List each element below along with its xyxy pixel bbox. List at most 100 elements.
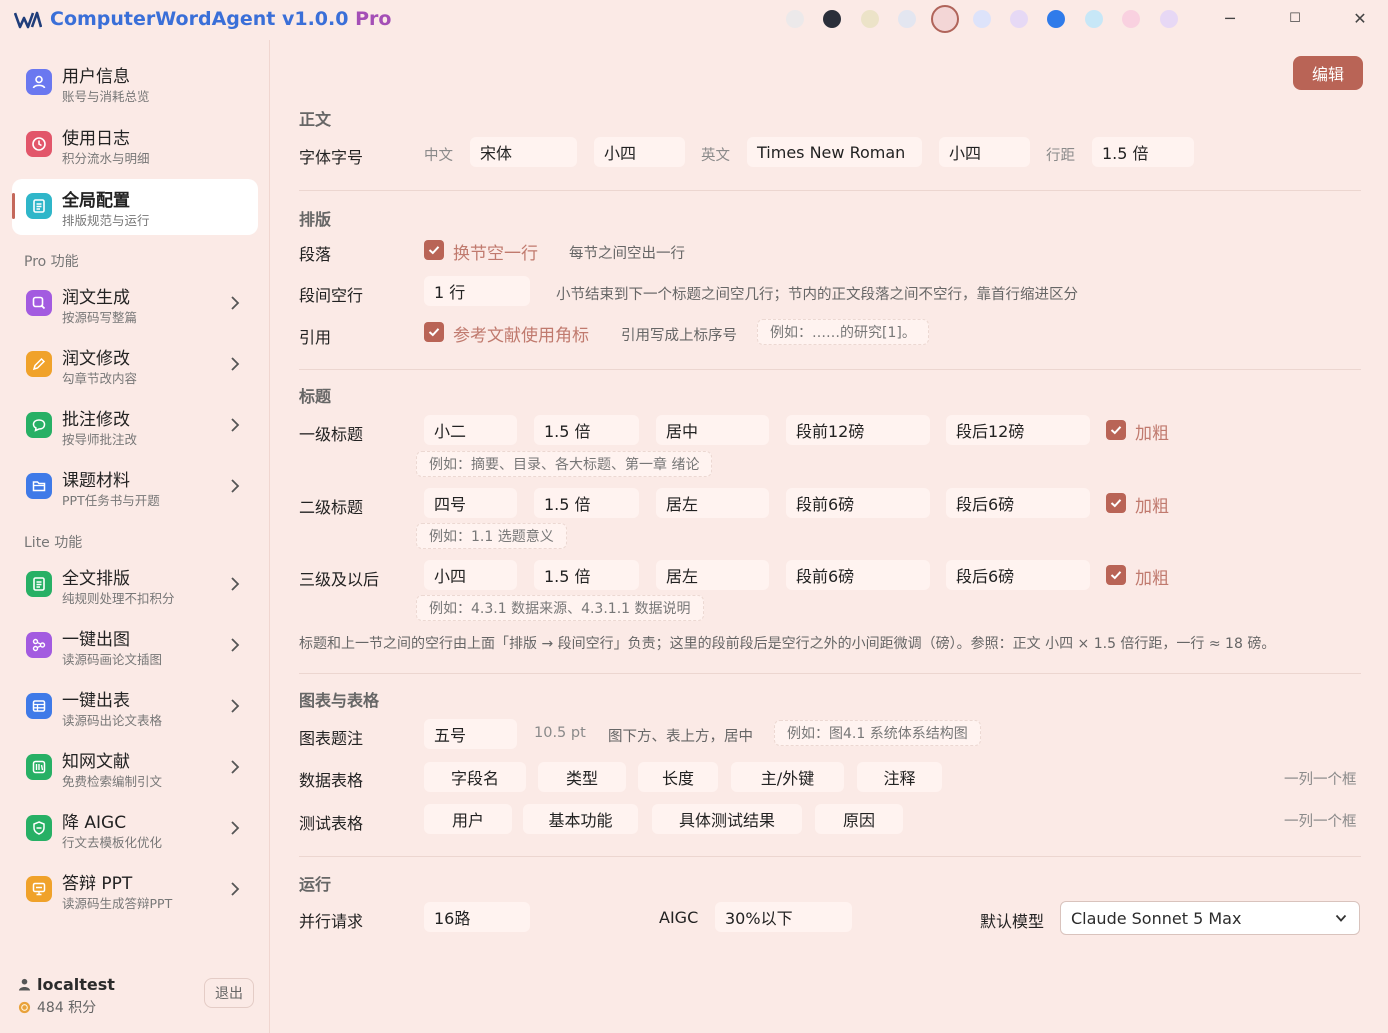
sidebar-item-subtitle: 积分流水与明细	[62, 151, 150, 166]
magic-pen-icon	[26, 290, 52, 316]
theme-swatch[interactable]	[823, 10, 842, 28]
theme-swatch[interactable]	[1084, 10, 1103, 28]
library-icon	[26, 754, 52, 780]
heading2-align-field[interactable]: 居左	[656, 488, 769, 518]
sidebar: 用户信息 账号与消耗总览 使用日志 积分流水与明细 全局配置 排版规范与运行 P…	[0, 40, 270, 1033]
section-title-headings: 标题	[299, 387, 332, 406]
sidebar-item-defense-ppt[interactable]: 答辩 PPT 读源码生成答辩PPT	[12, 862, 258, 918]
heading1-bold-checkbox[interactable]	[1106, 420, 1126, 440]
maximize-button[interactable]: ☐	[1283, 11, 1307, 26]
heading3-align-field[interactable]: 居左	[656, 560, 769, 590]
logout-button[interactable]: 退出	[204, 978, 254, 1008]
heading2-after-field[interactable]: 段后6磅	[946, 488, 1090, 518]
heading3-size-field[interactable]: 小四	[424, 560, 517, 590]
theme-swatch[interactable]	[860, 10, 879, 28]
test-table-col[interactable]: 基本功能	[523, 804, 638, 834]
gap-hint: 小节结束到下一个标题之间空几行；节内的正文段落之间不空行，靠首行缩进区分	[556, 287, 1078, 303]
heading2-before-field[interactable]: 段前6磅	[786, 488, 930, 518]
paragraph-hint: 每节之间空出一行	[569, 246, 685, 262]
superscript-citation-label[interactable]: 参考文献使用角标	[453, 321, 589, 346]
en-size-field[interactable]: 小四	[939, 137, 1030, 167]
data-table-col[interactable]: 注释	[857, 762, 942, 792]
gap-lines-field[interactable]: 1 行	[424, 276, 530, 306]
data-table-col[interactable]: 长度	[638, 762, 718, 792]
data-table-col[interactable]: 字段名	[424, 762, 526, 792]
close-button[interactable]: ✕	[1348, 9, 1372, 28]
heading2-spacing-field[interactable]: 1.5 倍	[534, 488, 639, 518]
sidebar-item-cnki[interactable]: 知网文献 免费检索编制引文	[12, 740, 258, 796]
sidebar-item-title: 一键出图	[62, 630, 130, 650]
theme-swatch[interactable]	[898, 10, 917, 28]
section-blank-line-checkbox[interactable]	[424, 240, 444, 260]
en-font-field[interactable]: Times New Roman	[747, 137, 922, 167]
main-content: 编辑 正文 字体字号 中文 宋体 小四 英文 Times New Roman 小…	[271, 40, 1388, 1033]
theme-swatch[interactable]	[786, 10, 804, 28]
comment-icon	[26, 412, 52, 438]
test-table-col[interactable]: 原因	[815, 804, 903, 834]
sidebar-item-subtitle: 纯规则处理不扣积分	[62, 591, 175, 606]
sidebar-item-annotation[interactable]: 批注修改 按导师批注改	[12, 398, 258, 454]
coin-icon	[18, 1001, 31, 1014]
sidebar-item-materials[interactable]: 课题材料 PPT任务书与开题	[12, 459, 258, 515]
test-table-col[interactable]: 用户	[424, 804, 512, 834]
sidebar-item-generate[interactable]: 润文生成 按源码写整篇	[12, 276, 258, 332]
divider	[299, 856, 1361, 857]
heading1-after-field[interactable]: 段后12磅	[946, 415, 1090, 445]
sidebar-item-subtitle: PPT任务书与开题	[62, 493, 160, 508]
default-model-select[interactable]: Claude Sonnet 5 Max	[1060, 901, 1360, 935]
section-blank-line-label[interactable]: 换节空一行	[453, 239, 538, 264]
sidebar-item-reduce-aigc[interactable]: 降 AIGC 行文去模板化优化	[12, 801, 258, 857]
sidebar-item-title: 全局配置	[62, 191, 130, 211]
caption-pt: 10.5 pt	[534, 725, 586, 741]
sidebar-item-table[interactable]: 一键出表 读源码出论文表格	[12, 679, 258, 735]
heading2-bold-label[interactable]: 加粗	[1135, 492, 1169, 517]
superscript-citation-checkbox[interactable]	[424, 322, 444, 342]
pencil-icon	[26, 351, 52, 377]
line-spacing-field[interactable]: 1.5 倍	[1092, 137, 1194, 167]
heading3-before-field[interactable]: 段前6磅	[786, 560, 930, 590]
caption-size-field[interactable]: 五号	[424, 719, 517, 749]
theme-swatch[interactable]	[1009, 10, 1028, 28]
data-table-col[interactable]: 主/外键	[731, 762, 844, 792]
theme-swatch[interactable]	[930, 5, 959, 33]
paragraph-row-label: 段落	[299, 245, 332, 264]
sidebar-item-title: 课题材料	[62, 471, 130, 491]
folder-icon	[26, 473, 52, 499]
aigc-threshold-field[interactable]: 30%以下	[715, 902, 852, 932]
heading3-spacing-field[interactable]: 1.5 倍	[534, 560, 639, 590]
sidebar-item-user-info[interactable]: 用户信息 账号与消耗总览	[12, 55, 258, 111]
minimize-button[interactable]: ─	[1218, 9, 1242, 28]
sidebar-item-subtitle: 勾章节改内容	[62, 371, 138, 386]
sidebar-item-formatting[interactable]: 全文排版 纯规则处理不扣积分	[12, 557, 258, 613]
heading1-align-field[interactable]: 居中	[656, 415, 769, 445]
en-label: 英文	[701, 148, 730, 164]
heading1-spacing-field[interactable]: 1.5 倍	[534, 415, 639, 445]
heading3-bold-label[interactable]: 加粗	[1135, 564, 1169, 589]
zh-font-field[interactable]: 宋体	[470, 137, 577, 167]
heading2-bold-checkbox[interactable]	[1106, 493, 1126, 513]
parallel-requests-field[interactable]: 16路	[424, 902, 530, 932]
theme-swatch[interactable]	[1047, 10, 1066, 28]
heading1-before-field[interactable]: 段前12磅	[786, 415, 930, 445]
sidebar-item-figure[interactable]: 一键出图 读源码画论文插图	[12, 618, 258, 674]
sidebar-item-global-config[interactable]: 全局配置 排版规范与运行	[12, 179, 258, 235]
heading1-bold-label[interactable]: 加粗	[1135, 419, 1169, 444]
sidebar-item-subtitle: 免费检索编制引文	[62, 774, 163, 789]
test-table-col[interactable]: 具体测试结果	[652, 804, 802, 834]
chevron-down-icon	[1335, 914, 1347, 922]
heading3-after-field[interactable]: 段后6磅	[946, 560, 1090, 590]
sidebar-item-usage-log[interactable]: 使用日志 积分流水与明细	[12, 117, 258, 173]
sidebar-item-subtitle: 行文去模板化优化	[62, 835, 163, 850]
heading1-size-field[interactable]: 小二	[424, 415, 517, 445]
theme-swatch[interactable]	[1159, 10, 1178, 28]
theme-swatch[interactable]	[972, 10, 991, 28]
heading3-bold-checkbox[interactable]	[1106, 565, 1126, 585]
edit-button[interactable]: 编辑	[1293, 56, 1363, 90]
theme-swatch[interactable]	[1122, 10, 1141, 28]
zh-label: 中文	[424, 148, 453, 164]
sidebar-item-title: 使用日志	[62, 129, 130, 149]
sidebar-item-revise[interactable]: 润文修改 勾章节改内容	[12, 337, 258, 393]
heading2-size-field[interactable]: 四号	[424, 488, 517, 518]
data-table-col[interactable]: 类型	[538, 762, 626, 792]
zh-size-field[interactable]: 小四	[594, 137, 685, 167]
